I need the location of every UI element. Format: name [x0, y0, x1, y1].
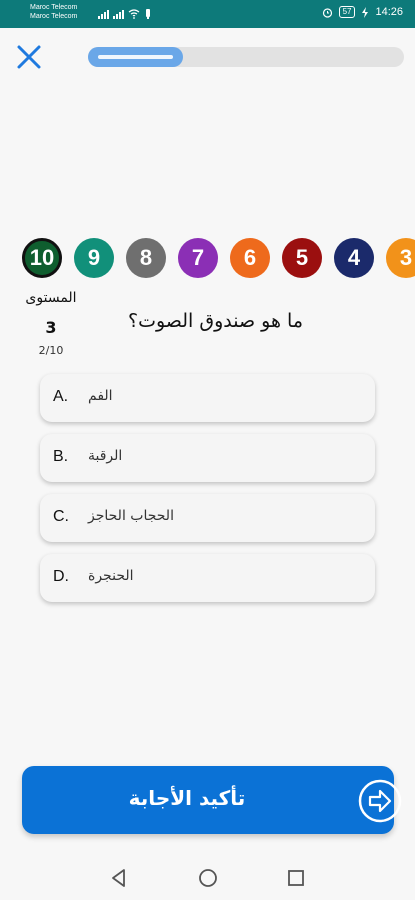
signal-strength-icon: [113, 10, 124, 19]
carrier-name-1: Maroc Telecom: [30, 4, 78, 11]
level-circle-6[interactable]: 6: [230, 238, 270, 278]
option-text: الفم: [88, 388, 113, 404]
charging-icon: [362, 6, 369, 18]
level-selector: 10 9 8 7 6 5 4 3: [22, 238, 415, 280]
answer-option-b[interactable]: B. الرقبة: [40, 434, 375, 482]
battery-icon: 57: [338, 6, 356, 18]
quiz-progress-bar: [88, 47, 404, 67]
alarm-icon: [322, 7, 332, 18]
option-text: الرقبة: [88, 448, 123, 464]
confirm-answer-label: تأكيد الأجابة: [128, 786, 246, 810]
question-counter: 2/10: [38, 344, 64, 357]
progress-bar-fill: [88, 47, 183, 67]
recents-icon[interactable]: [285, 867, 307, 889]
wifi-icon: [128, 9, 140, 19]
close-icon: [17, 45, 41, 69]
answer-option-a[interactable]: A. الفم: [40, 374, 375, 422]
option-letter: C.: [53, 508, 69, 525]
option-text: الحنجرة: [88, 568, 134, 584]
clock: 14:26: [375, 6, 403, 18]
option-letter: B.: [53, 448, 69, 465]
option-letter: A.: [53, 388, 69, 405]
carrier-name-2: Maroc Telecom: [30, 13, 78, 20]
option-text: الحجاب الحاجز: [88, 508, 174, 524]
signal-icons: [98, 7, 152, 19]
level-circle-3[interactable]: 3: [386, 238, 415, 278]
back-icon[interactable]: [108, 867, 130, 889]
level-circle-10[interactable]: 10: [22, 238, 62, 278]
progress-bar-highlight: [98, 55, 173, 59]
home-icon[interactable]: [197, 867, 219, 889]
level-circle-8[interactable]: 8: [126, 238, 166, 278]
level-circle-7[interactable]: 7: [178, 238, 218, 278]
status-bar: Maroc Telecom Maroc Telecom 57 14:26: [0, 0, 415, 28]
level-number: 3: [45, 318, 57, 337]
level-circle-4[interactable]: 4: [334, 238, 374, 278]
question-text: ما هو صندوق الصوت؟: [127, 310, 303, 332]
carrier-info: Maroc Telecom Maroc Telecom: [30, 3, 77, 21]
level-circle-9[interactable]: 9: [74, 238, 114, 278]
signal-strength-icon: [98, 10, 109, 19]
status-right: 57 14:26: [322, 6, 403, 18]
answer-option-c[interactable]: C. الحجاب الحاجز: [40, 494, 375, 542]
level-circle-5[interactable]: 5: [282, 238, 322, 278]
arrow-right-icon: [358, 779, 402, 823]
notification-icon: [146, 9, 150, 19]
answer-option-d[interactable]: D. الحنجرة: [40, 554, 375, 602]
navigation-bar: [0, 855, 415, 900]
level-label: المستوى: [25, 290, 77, 306]
close-button[interactable]: [14, 42, 44, 72]
option-letter: D.: [53, 568, 69, 585]
confirm-answer-button[interactable]: تأكيد الأجابة: [22, 766, 402, 834]
